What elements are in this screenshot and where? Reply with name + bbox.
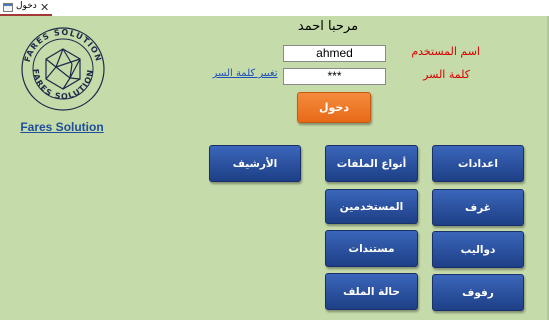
settings-button[interactable]: اعدادات [432, 145, 524, 182]
rooms-button[interactable]: غرف [432, 189, 524, 226]
password-field[interactable]: *** [283, 68, 386, 85]
close-icon[interactable]: ✕ [40, 0, 49, 15]
password-label: كلمة السر [423, 68, 470, 81]
users-button[interactable]: المستخدمين [325, 189, 418, 224]
brand-caption[interactable]: Fares Solution [18, 120, 106, 134]
change-password-link[interactable]: تغيير كلمة السر [209, 68, 281, 79]
file-types-button[interactable]: أنواع الملفات [325, 145, 418, 182]
document-tab-strip: دخول ✕ [0, 0, 549, 16]
tab-title: دخول [16, 1, 37, 11]
documents-button[interactable]: مستندات [325, 230, 418, 267]
welcome-title: مرحبا احمد [297, 19, 359, 34]
file-status-button[interactable]: حالة الملف [325, 273, 418, 310]
cabinets-button[interactable]: دواليب [432, 231, 524, 268]
username-field[interactable]: ahmed [283, 45, 386, 62]
login-button[interactable]: دخول [297, 92, 371, 123]
document-tab[interactable]: دخول ✕ [0, 0, 52, 16]
archive-button[interactable]: الأرشيف [209, 145, 301, 182]
hexagon-sphere-logo: FARES SOLUTION FARES SOLUTION [21, 27, 105, 111]
username-label: اسم المستخدم [411, 45, 480, 58]
form-icon [3, 3, 13, 12]
shelves-button[interactable]: رفوف [432, 274, 524, 311]
